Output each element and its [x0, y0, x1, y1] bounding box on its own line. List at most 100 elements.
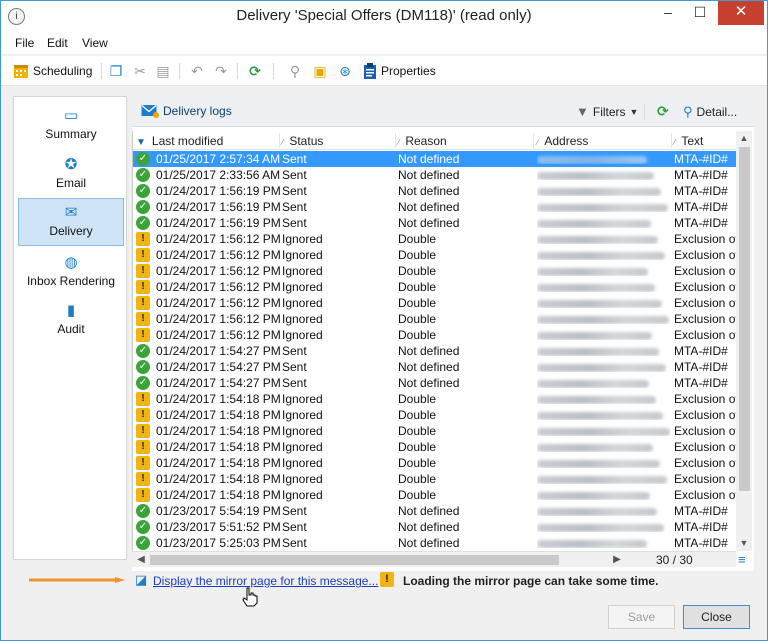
cell-address-redacted: [537, 408, 671, 420]
cell-text: MTA-#ID#: [674, 184, 728, 198]
cell-address-redacted: [537, 216, 671, 228]
column-reason[interactable]: ⁄ Reason: [398, 134, 447, 148]
detail-button[interactable]: ⚲ Detail...: [683, 104, 737, 120]
cell-reason: Double: [398, 312, 437, 326]
minimize-button[interactable]: –: [653, 1, 683, 25]
cell-text: Exclusion of: [674, 248, 736, 262]
table-row[interactable]: ✓ 01/25/2017 2:33:56 AM Sent Not defined MTA…: [133, 167, 736, 183]
cell-reason: Not defined: [398, 376, 460, 390]
close-button[interactable]: Close: [683, 605, 750, 629]
attachment-icon[interactable]: ⚲: [287, 63, 303, 79]
table-row[interactable]: ✓ 01/24/2017 1:56:19 PM Sent Not defined MTA…: [133, 215, 736, 231]
table-row[interactable]: ! 01/24/2017 1:56:12 PM Ignored Double Exclu…: [133, 231, 736, 247]
horizontal-scrollbar[interactable]: ◀ ▶ 30 / 30 ≡: [132, 551, 746, 568]
redaction-blur: [537, 540, 647, 548]
scroll-right-icon[interactable]: ▶: [610, 552, 624, 568]
scroll-up-icon[interactable]: ▲: [736, 131, 752, 145]
table-row[interactable]: ✓ 01/24/2017 1:54:27 PM Sent Not defined MTA…: [133, 359, 736, 375]
scroll-left-icon[interactable]: ◀: [134, 552, 148, 568]
success-check-icon: ✓: [136, 520, 150, 534]
table-row[interactable]: ! 01/24/2017 1:54:18 PM Ignored Double Exclu…: [133, 455, 736, 471]
cut-icon[interactable]: ✂: [132, 63, 148, 79]
table-row[interactable]: ✓ 01/23/2017 5:25:03 PM Sent Not defined MTA…: [133, 535, 736, 551]
table-row[interactable]: ! 01/24/2017 1:56:12 PM Ignored Double Exclu…: [133, 279, 736, 295]
cell-reason: Not defined: [398, 168, 460, 182]
scheduling-button[interactable]: Scheduling: [13, 61, 92, 81]
success-check-icon: ✓: [136, 152, 150, 166]
cell-status: Sent: [282, 184, 307, 198]
maximize-button[interactable]: ☐: [685, 1, 715, 25]
list-menu-icon[interactable]: ≡: [738, 553, 746, 566]
redaction-blur: [537, 156, 647, 164]
cell-address-redacted: [537, 152, 671, 164]
cell-reason: Not defined: [398, 536, 460, 550]
menu-edit[interactable]: Edit: [47, 36, 68, 50]
cell-status: Ignored: [282, 456, 323, 470]
refresh-icon[interactable]: ⟳: [247, 63, 263, 79]
redaction-blur: [537, 300, 662, 308]
cell-text: MTA-#ID#: [674, 360, 728, 374]
paste-icon[interactable]: ▤: [155, 63, 171, 79]
table-row[interactable]: ✓ 01/23/2017 5:54:19 PM Sent Not defined MTA…: [133, 503, 736, 519]
table-row[interactable]: ✓ 01/23/2017 5:51:52 PM Sent Not defined MTA…: [133, 519, 736, 535]
analyze-icon[interactable]: ⊛: [337, 63, 353, 79]
table-row[interactable]: ! 01/24/2017 1:54:18 PM Ignored Double Exclu…: [133, 407, 736, 423]
table-row[interactable]: ✓ 01/24/2017 1:56:19 PM Sent Not defined MTA…: [133, 199, 736, 215]
column-address[interactable]: ⁄ Address: [537, 134, 588, 148]
menu-file[interactable]: File: [15, 36, 34, 50]
cell-text: Exclusion of: [674, 440, 736, 454]
vertical-scrollbar[interactable]: ▲ ▼: [736, 131, 752, 551]
sidebar-item-label: Email: [55, 176, 86, 190]
table-row[interactable]: ! 01/24/2017 1:54:18 PM Ignored Double Exclu…: [133, 487, 736, 503]
table-row[interactable]: ✓ 01/24/2017 1:54:27 PM Sent Not defined MTA…: [133, 375, 736, 391]
sidebar-item-delivery[interactable]: ✉ Delivery: [18, 198, 124, 246]
scroll-down-icon[interactable]: ▼: [736, 536, 752, 550]
cell-status: Sent: [282, 200, 307, 214]
table-row[interactable]: ! 01/24/2017 1:56:12 PM Ignored Double Exclu…: [133, 263, 736, 279]
table-row[interactable]: ✓ 01/24/2017 1:54:27 PM Sent Not defined MTA…: [133, 343, 736, 359]
sidebar-item-audit[interactable]: ▮ Audit: [18, 297, 124, 345]
sidebar-item-label: Inbox Rendering: [26, 274, 116, 288]
table-row[interactable]: ✓ 01/25/2017 2:57:34 AM Sent Not defined MTA…: [133, 151, 736, 167]
menu-view[interactable]: View: [82, 36, 108, 50]
redaction-blur: [537, 508, 657, 516]
success-check-icon: ✓: [136, 536, 150, 550]
redo-icon[interactable]: ↷: [213, 63, 229, 79]
table-row[interactable]: ✓ 01/24/2017 1:56:19 PM Sent Not defined MTA…: [133, 183, 736, 199]
table-row[interactable]: ! 01/24/2017 1:56:12 PM Ignored Double Exclu…: [133, 295, 736, 311]
copy-icon[interactable]: ❐: [108, 63, 124, 79]
table-row[interactable]: ! 01/24/2017 1:54:18 PM Ignored Double Exclu…: [133, 471, 736, 487]
cell-reason: Not defined: [398, 200, 460, 214]
sidebar-item-email[interactable]: ✪ Email: [18, 151, 124, 199]
filters-button[interactable]: ▼ Filters ▼: [576, 104, 638, 119]
properties-button[interactable]: Properties: [363, 61, 436, 81]
vertical-scroll-thumb[interactable]: [739, 147, 750, 491]
gift-icon[interactable]: ▣: [312, 63, 328, 79]
sidebar-item-summary[interactable]: ▭ Summary: [18, 102, 124, 150]
cell-text: Exclusion of: [674, 328, 736, 342]
save-button[interactable]: Save: [608, 605, 675, 629]
cell-status: Sent: [282, 376, 307, 390]
sort-icon: ⁄: [674, 138, 676, 147]
table-row[interactable]: ! 01/24/2017 1:54:18 PM Ignored Double Exclu…: [133, 391, 736, 407]
detail-label: Detail...: [696, 105, 738, 119]
warning-icon: !: [136, 280, 150, 294]
horizontal-scroll-thumb[interactable]: [150, 555, 559, 565]
table-row[interactable]: ! 01/24/2017 1:56:12 PM Ignored Double Exclu…: [133, 327, 736, 343]
column-text[interactable]: ⁄ Text: [674, 134, 703, 148]
sidebar-item-inbox-rendering[interactable]: ◍ Inbox Rendering: [18, 249, 124, 297]
cell-reason: Not defined: [398, 504, 460, 518]
cell-text: Exclusion of: [674, 408, 736, 422]
column-status[interactable]: ⁄ Status: [282, 134, 323, 148]
table-row[interactable]: ! 01/24/2017 1:56:12 PM Ignored Double Exclu…: [133, 247, 736, 263]
cell-address-redacted: [537, 424, 671, 436]
table-row[interactable]: ! 01/24/2017 1:56:12 PM Ignored Double Exclu…: [133, 311, 736, 327]
mirror-page-link[interactable]: Display the mirror page for this message…: [153, 574, 378, 588]
table-row[interactable]: ! 01/24/2017 1:54:18 PM Ignored Double Exclu…: [133, 439, 736, 455]
table-row[interactable]: ! 01/24/2017 1:54:18 PM Ignored Double Exclu…: [133, 423, 736, 439]
refresh-list-icon[interactable]: ⟳: [657, 103, 669, 120]
close-window-button[interactable]: ✕: [718, 1, 764, 25]
undo-icon[interactable]: ↶: [189, 63, 205, 79]
column-last-modified[interactable]: ▼ Last modified: [136, 134, 223, 148]
cell-status: Ignored: [282, 280, 323, 294]
